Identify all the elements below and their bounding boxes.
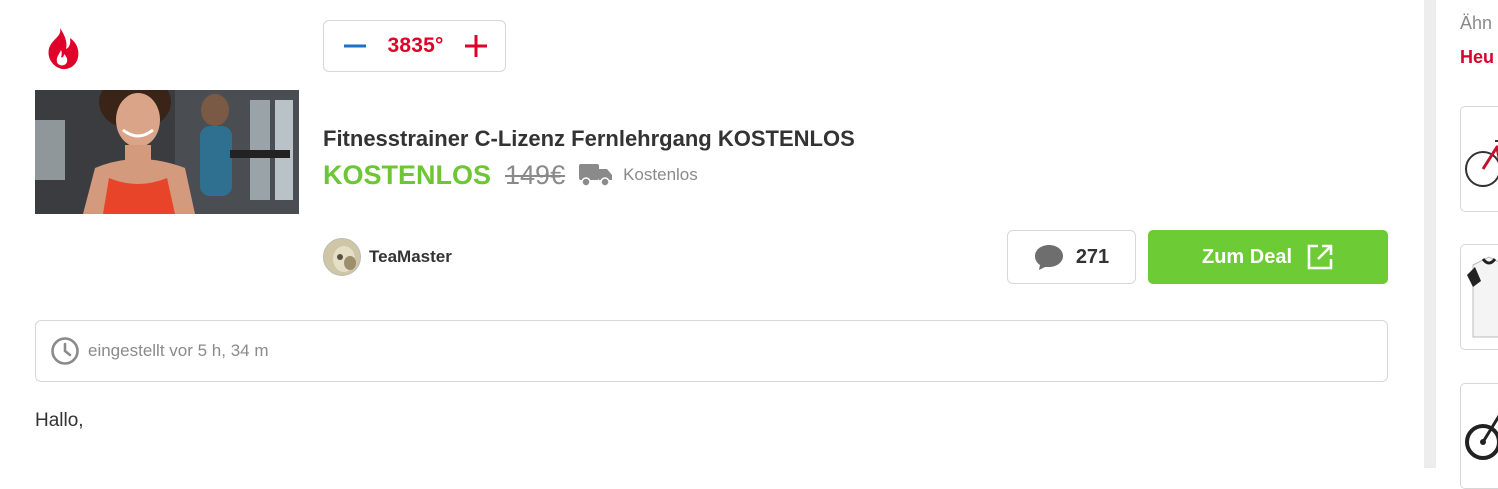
external-link-icon — [1307, 244, 1333, 270]
posted-time: eingestellt vor 5 h, 34 m — [88, 341, 269, 360]
deal-description: Hallo, — [35, 410, 84, 431]
shirt-thumbnail — [1467, 256, 1498, 338]
plus-icon — [465, 35, 487, 57]
shipping-truck-icon — [579, 162, 613, 188]
get-deal-button[interactable]: Zum Deal — [1148, 230, 1388, 284]
comments-button[interactable]: 271 — [1007, 230, 1136, 284]
sidebar-tab-link[interactable]: Heu — [1460, 47, 1494, 68]
minus-icon — [344, 44, 366, 48]
comments-count: 271 — [1075, 245, 1110, 268]
sidebar-heading: Ähn — [1460, 13, 1493, 33]
bike-thumbnail — [1465, 414, 1498, 460]
bike-thumbnail — [1465, 140, 1498, 187]
avatar[interactable] — [323, 238, 361, 276]
comment-bubble-icon — [1034, 245, 1063, 270]
price-row: KOSTENLOS 149€ Kostenlos — [323, 158, 698, 192]
sidebar-deal-thumbnail[interactable] — [1460, 244, 1498, 350]
shipping-cost: Kostenlos — [623, 165, 698, 184]
deal-price: KOSTENLOS — [323, 159, 492, 190]
get-deal-label: Zum Deal — [1201, 245, 1293, 268]
deal-title[interactable]: Fitnesstrainer C-Lizenz Fernlehrgang KOS… — [323, 126, 855, 152]
hot-flame-icon — [40, 26, 84, 72]
username[interactable]: TeaMaster — [369, 247, 452, 267]
deal-temperature: 3835° — [387, 34, 444, 57]
deal-image[interactable] — [35, 90, 299, 214]
vote-up-button[interactable] — [463, 33, 489, 59]
sidebar-deal-thumbnail[interactable] — [1460, 383, 1498, 489]
old-price: 149€ — [505, 159, 566, 190]
clock-icon — [51, 337, 79, 365]
sidebar-deal-thumbnail[interactable] — [1460, 106, 1498, 212]
vote-widget: 3835° — [323, 20, 506, 72]
posted-time-box: eingestellt vor 5 h, 34 m — [35, 320, 1388, 382]
vote-down-button[interactable] — [342, 33, 368, 59]
